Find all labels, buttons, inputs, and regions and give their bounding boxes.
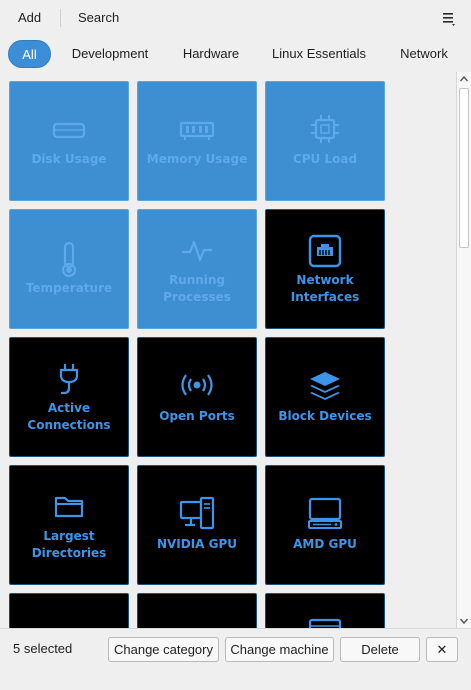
selection-status: 5 selected — [13, 641, 73, 656]
monitor-icon — [266, 496, 384, 535]
tab-all[interactable]: All — [8, 40, 51, 68]
toolbar: Add Search — [0, 0, 471, 36]
tab-linux-essentials[interactable]: Linux Essentials — [264, 40, 374, 68]
scrollbar-thumb[interactable] — [459, 88, 469, 248]
tab-network[interactable]: Network — [390, 40, 458, 68]
toolbar-separator — [60, 9, 61, 27]
server-icon — [266, 618, 384, 628]
tile-partial[interactable] — [137, 593, 257, 628]
desktop-tower-icon — [138, 496, 256, 535]
add-button[interactable]: Add — [12, 6, 47, 30]
plug-icon — [10, 362, 128, 401]
memory-icon — [138, 118, 256, 147]
tile-active-connections[interactable]: Active Connections — [9, 337, 129, 457]
close-selection-button[interactable]: ✕ — [426, 637, 458, 662]
cpu-icon — [266, 112, 384, 151]
widget-grid: Disk Usage Memory Usage CPU Load Tempera… — [0, 72, 456, 628]
vertical-scrollbar[interactable] — [456, 72, 471, 628]
window-bottom — [0, 668, 471, 690]
tile-partial[interactable] — [265, 593, 385, 628]
category-tabs: All Development Hardware Linux Essential… — [0, 36, 471, 72]
tile-block-devices[interactable]: Block Devices — [265, 337, 385, 457]
scroll-up-arrow-icon[interactable] — [457, 72, 471, 86]
folder-icon — [10, 492, 128, 525]
delete-button[interactable]: Delete — [340, 637, 420, 662]
tile-nvidia-gpu[interactable]: NVIDIA GPU — [137, 465, 257, 585]
change-category-button[interactable]: Change category — [108, 637, 219, 662]
change-machine-button[interactable]: Change machine — [225, 637, 334, 662]
tile-disk-usage[interactable]: Disk Usage — [9, 81, 129, 201]
tile-largest-directories[interactable]: Largest Directories — [9, 465, 129, 585]
disk-icon — [10, 118, 128, 147]
hamburger-menu-icon[interactable] — [440, 8, 458, 28]
tile-temperature[interactable]: Temperature — [9, 209, 129, 329]
layers-icon — [266, 370, 384, 407]
selection-footer: 5 selected Change category Change machin… — [0, 628, 471, 668]
tab-hardware[interactable]: Hardware — [172, 40, 250, 68]
scroll-down-arrow-icon[interactable] — [457, 614, 471, 628]
ethernet-port-icon — [266, 234, 384, 273]
tile-running-processes[interactable]: Running Processes — [137, 209, 257, 329]
pulse-icon — [138, 238, 256, 269]
tile-network-interfaces[interactable]: Network Interfaces — [265, 209, 385, 329]
tile-memory-usage[interactable]: Memory Usage — [137, 81, 257, 201]
tab-development[interactable]: Development — [62, 40, 158, 68]
broadcast-icon — [138, 372, 256, 403]
tile-amd-gpu[interactable]: AMD GPU — [265, 465, 385, 585]
thermometer-icon — [10, 240, 128, 283]
search-button[interactable]: Search — [72, 6, 125, 30]
tile-partial[interactable] — [9, 593, 129, 628]
tile-open-ports[interactable]: Open Ports — [137, 337, 257, 457]
tile-cpu-load[interactable]: CPU Load — [265, 81, 385, 201]
